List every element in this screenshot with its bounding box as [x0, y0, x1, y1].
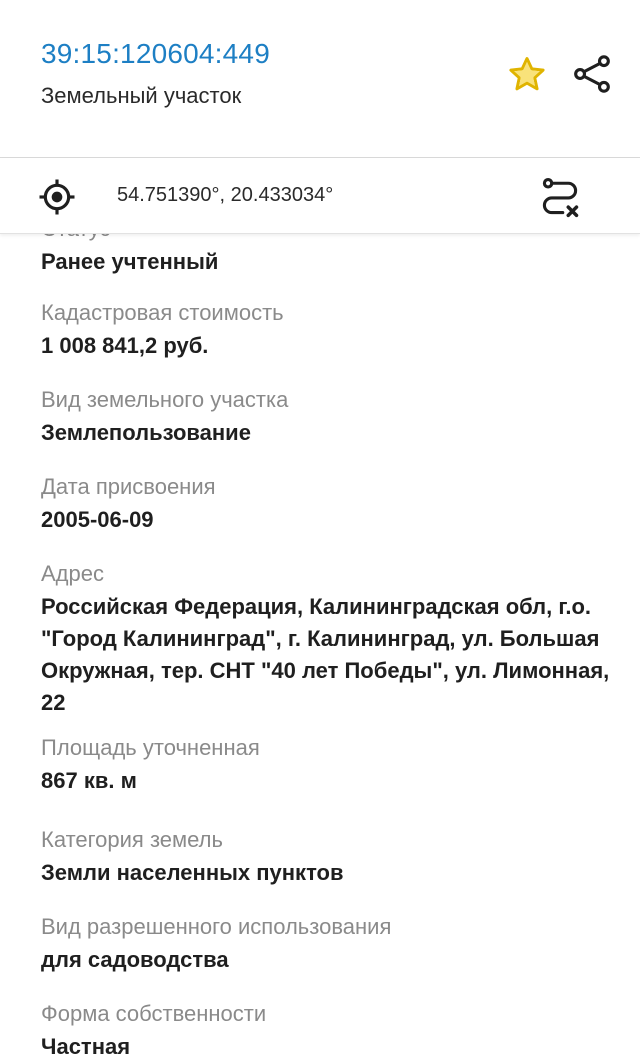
status-label: Статус [41, 234, 111, 242]
coordinates-text[interactable]: 54.751390°, 20.433034° [117, 184, 333, 207]
property-label: Форма собственности [41, 1001, 267, 1026]
object-type: Земельный участок [41, 83, 242, 108]
status-value: Ранее учтенный [41, 249, 219, 274]
property-area: Площадь уточненная 867 кв. м [41, 735, 611, 797]
locate-button[interactable] [36, 176, 78, 218]
property-permitted-use: Вид разрешенного использования для садов… [41, 914, 611, 976]
route-button[interactable] [535, 172, 585, 222]
property-assignment-date: Дата присвоения 2005-06-09 [41, 474, 611, 536]
property-cadastral-value: Кадастровая стоимость 1 008 841,2 руб. [41, 300, 611, 362]
share-button[interactable] [567, 49, 617, 99]
cadastral-number[interactable]: 39:15:120604:449 [41, 38, 270, 70]
star-outline-icon [509, 57, 545, 91]
favorite-button[interactable] [503, 51, 551, 99]
property-value: Частная [41, 1034, 131, 1055]
property-value: Земли населенных пунктов [41, 860, 344, 885]
property-label: Площадь уточненная [41, 735, 260, 760]
property-value: 2005-06-09 [41, 507, 154, 532]
property-label: Кадастровая стоимость [41, 300, 284, 325]
property-land-category: Категория земель Земли населенных пункто… [41, 827, 611, 889]
property-value: 867 кв. м [41, 768, 137, 793]
share-icon [574, 55, 610, 93]
property-label: Дата присвоения [41, 474, 216, 499]
property-land-type: Вид земельного участка Землепользование [41, 387, 611, 449]
details-panel[interactable]: Статус Ранее учтенный Кадастровая стоимо… [0, 234, 640, 1055]
property-value: Российская Федерация, Калининградская об… [41, 594, 610, 715]
property-value: Землепользование [41, 420, 251, 445]
object-header: 39:15:120604:449 Земельный участок [0, 0, 640, 158]
property-address: Адрес Российская Федерация, Калининградс… [41, 561, 611, 719]
route-icon [542, 178, 579, 218]
property-label: Адрес [41, 561, 104, 586]
coordinates-bar: 54.751390°, 20.433034° [0, 158, 640, 234]
property-label: Вид разрешенного использования [41, 914, 392, 939]
property-value: для садоводства [41, 947, 229, 972]
property-value: 1 008 841,2 руб. [41, 333, 209, 358]
property-label: Вид земельного участка [41, 387, 289, 412]
property-ownership-form: Форма собственности Частная [41, 1001, 611, 1055]
crosshair-icon [39, 179, 75, 215]
property-label: Категория земель [41, 827, 223, 852]
